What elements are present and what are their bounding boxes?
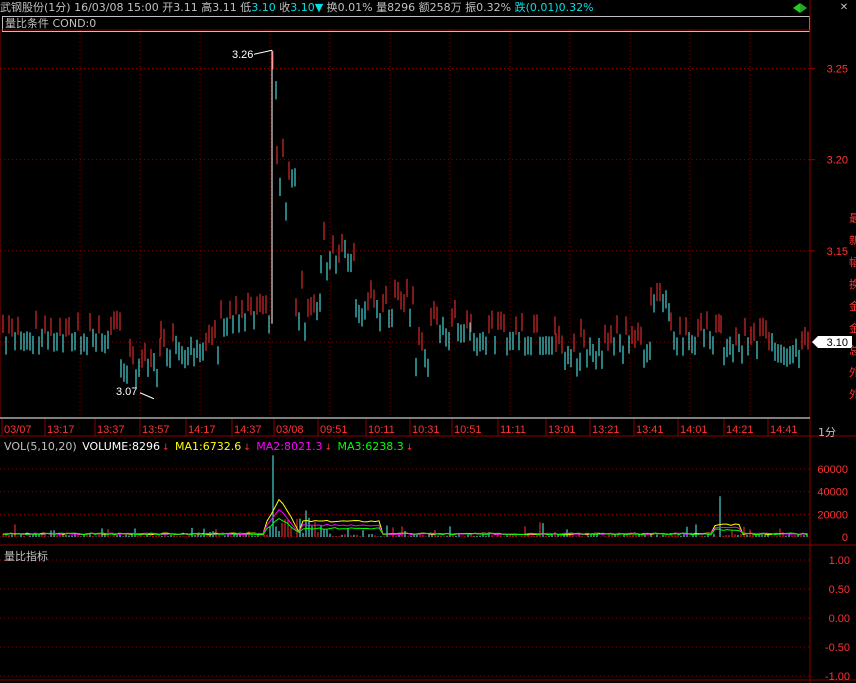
indicator-tick-label: 1.00 (829, 555, 850, 567)
vol-ma1: MA1:6732.6 (175, 440, 242, 453)
indicator-tick-label: 0.00 (829, 613, 850, 625)
volume-tick-label: 0 (842, 532, 848, 544)
side-char: 外 (849, 366, 856, 379)
price-tick-label: 3.15 (827, 246, 848, 258)
side-char: 金 (849, 299, 856, 313)
time-label: 14:37 (234, 424, 262, 436)
volume-tick-label: 40000 (817, 487, 848, 499)
time-label: 14:41 (770, 424, 798, 436)
vol-arrow-icon: ↓ (161, 443, 170, 453)
low-annotation: 3.07 (116, 386, 137, 398)
volume-tick-label: 60000 (817, 464, 848, 476)
high-pointer (253, 49, 273, 55)
main-chart[interactable]: 3.253.203.153.263.073.10最新幅换金金总外外03/07 13… (0, 0, 856, 683)
high-annotation: 3.26 (232, 49, 253, 61)
indicator-tick-label: 0.50 (829, 584, 850, 596)
time-label: 09:51 (320, 424, 348, 436)
time-label: 10:11 (368, 424, 395, 436)
price-tick-label: 3.25 (827, 63, 848, 75)
vol-ma3: MA3:6238.3 (337, 440, 404, 453)
ma1-line (2, 498, 808, 536)
price-tick-label: 3.20 (827, 155, 848, 167)
time-label: 10:31 (412, 424, 440, 436)
side-char: 最 (849, 212, 856, 225)
time-label: 13:37 (97, 424, 125, 436)
ma3-arrow-icon: ↓ (405, 443, 414, 453)
time-label: 13:17 (47, 424, 75, 436)
indicator-tick-label: -0.50 (825, 642, 850, 654)
time-label: 14:17 (188, 424, 216, 436)
time-label: 03/08 (276, 424, 304, 436)
vol-title: VOL(5,10,20) (4, 440, 77, 453)
side-char: 换 (849, 277, 856, 291)
side-char: 幅 (849, 256, 856, 269)
ma2-arrow-icon: ↓ (324, 443, 333, 453)
period-tab[interactable]: 1分 (818, 424, 836, 440)
time-label: 14:01 (680, 424, 708, 436)
indicator-title: 量比指标 (4, 550, 48, 563)
vol-volume: VOLUME:8296 (82, 440, 160, 453)
low-pointer (139, 392, 155, 400)
side-char: 总 (849, 343, 856, 357)
side-char: 金 (849, 321, 856, 335)
indicator-tick-label: -1.00 (825, 671, 850, 683)
side-char: 新 (849, 233, 856, 247)
time-label: 13:21 (592, 424, 620, 436)
time-label: 10:51 (454, 424, 482, 436)
side-char: 外 (849, 388, 856, 401)
time-label: 13:41 (636, 424, 664, 436)
ma1-arrow-icon: ↓ (243, 443, 251, 453)
vol-ma2: MA2:8021.3 (256, 440, 323, 453)
volume-tick-label: 20000 (817, 509, 848, 521)
volume-legend: VOL(5,10,20) VOLUME:8296 ↓ MA1:6732.6 ↓ MA… (4, 440, 415, 453)
time-label: 03/07 (4, 424, 32, 436)
time-label: 11:11 (500, 424, 526, 436)
time-label: 14:21 (726, 424, 754, 436)
current-price-label: 3.10 (827, 337, 848, 349)
time-label: 13:57 (142, 424, 170, 436)
time-label: 13:01 (548, 424, 576, 436)
